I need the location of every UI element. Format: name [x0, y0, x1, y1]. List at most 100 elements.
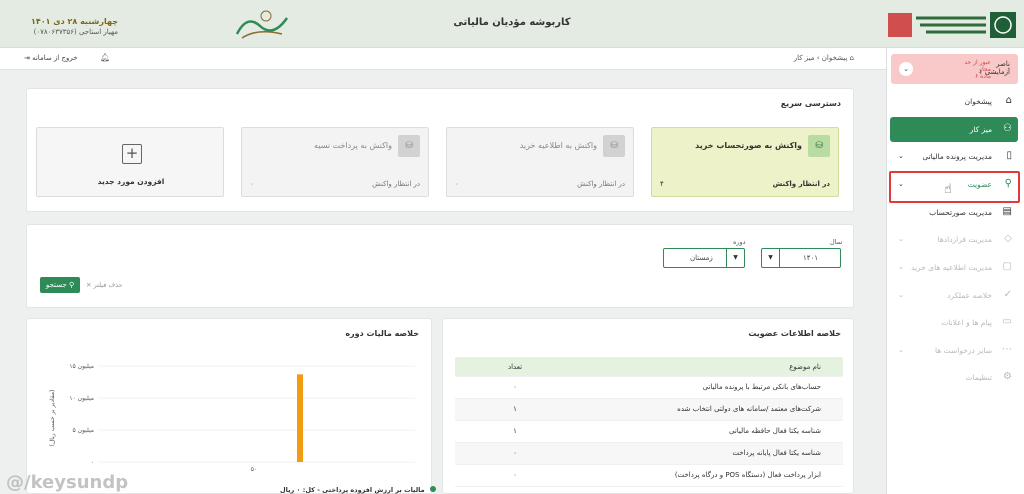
sidebar-item-label: مدیریت پرونده مالیاتی	[922, 152, 992, 161]
year-value: ۱۴۰۱	[802, 254, 818, 262]
period-select[interactable]: زمستان ▼	[663, 248, 745, 268]
clear-filter-label: حذف فیلتر	[93, 281, 123, 289]
row-count: ۱	[513, 405, 517, 413]
check-icon: ✓	[1003, 289, 1012, 300]
add-new-item-card[interactable]: + افزودن مورد جدید	[36, 127, 224, 197]
table-row[interactable]: حساب‌های بانکی مرتبط با پرونده مالیاتی ۰	[455, 377, 843, 399]
org-logo	[888, 12, 1016, 38]
quick-card-title: واکنش به پرداخت نسیه	[314, 141, 392, 150]
top-bar: ⌂ پیشخوان › میز کار 🔔︎ ⇥ خروج از سامانه	[0, 48, 886, 70]
user-warning: عبور از حد مجاز ماده ۶	[951, 59, 991, 80]
sidebar-item-label: سایر درخواست ها	[934, 346, 992, 355]
page-title: کاربوشه مؤدیان مالیاتی	[453, 17, 571, 28]
sidebar-item-workdesk[interactable]: ⚇ میز کار	[890, 117, 1018, 142]
quick-card-credit-payment[interactable]: ⛁ واکنش به پرداخت نسیه در انتظار واکنش ۰	[241, 127, 429, 197]
sidebar-item-label: مدیریت اطلاعیه های خرید	[911, 263, 992, 272]
period-value: زمستان	[690, 254, 713, 262]
sidebar-item-other-requests[interactable]: ⋯ سایر درخواست ها ⌄	[890, 340, 1018, 362]
sidebar-item-messages[interactable]: ▭ پیام ها و اعلانات	[890, 312, 1018, 334]
user-menu-chevron-icon[interactable]: ⌄	[899, 62, 913, 76]
row-count: ۰	[513, 471, 517, 479]
chart-legend: مالیات بر ارزش افزوده پرداختی - کل: ۰ ری…	[280, 486, 436, 494]
sidebar-item-performance[interactable]: ✓ خلاصه عملکرد ⌄	[890, 285, 1018, 307]
bag-icon: ▢	[1002, 261, 1012, 272]
sidebar-item-contracts[interactable]: ◇ مدیریت قراردادها ⌄	[890, 229, 1018, 251]
search-button[interactable]: جستجو ⚲	[40, 277, 80, 293]
home-icon: ⌂	[849, 54, 854, 62]
row-subject: شناسه یکتا فعال حافظه مالیاتی	[729, 427, 821, 435]
quick-card-purchase-notice[interactable]: ⛁ واکنش به اطلاعیه خرید در انتظار واکنش …	[446, 127, 634, 197]
sidebar-item-settings[interactable]: ⚙ تنظیمات	[890, 367, 1018, 389]
row-count: ۰	[513, 383, 517, 391]
chevron-down-icon: ⌄	[898, 346, 904, 354]
invoice-icon: ▤	[1002, 206, 1012, 217]
chart-bar[interactable]	[297, 374, 303, 462]
clear-filter-button[interactable]: ✕ حذف فیلتر	[86, 281, 123, 289]
membership-table: نام موضوع تعداد حساب‌های بانکی مرتبط با …	[455, 357, 843, 487]
sidebar-item-label: تنظیمات	[965, 373, 992, 382]
bell-icon[interactable]: 🔔︎	[100, 53, 110, 62]
add-new-item-label: افزودن مورد جدید	[97, 177, 165, 186]
dots-icon: ⋯	[1002, 344, 1012, 355]
user-box: ناصر آزمایشی ۱ عبور از حد مجاز ماده ۶ ⌄	[891, 54, 1018, 84]
y-tick-label: ۰	[91, 459, 94, 466]
sidebar-item-tax-file[interactable]: ▯ مدیریت پرونده مالیاتی ⌄	[890, 146, 1018, 168]
chart-title: خلاصه مالیات دوره	[345, 329, 419, 338]
col-count: تعداد	[507, 363, 523, 371]
year-select[interactable]: ۱۴۰۱ ▼	[761, 248, 841, 268]
breadcrumb-current: میز کار	[793, 54, 815, 62]
sidebar-item-dashboard[interactable]: ⌂ پیشخوان	[890, 91, 1018, 113]
table-row[interactable]: ابزار پرداخت فعال (دستگاه POS و درگاه پر…	[455, 465, 843, 487]
exit-button[interactable]: ⇥ خروج از سامانه	[24, 54, 78, 62]
row-subject: شناسه یکتا فعال پایانه پرداخت	[732, 449, 821, 457]
contract-icon: ◇	[1004, 233, 1012, 244]
legend-label: مالیات بر ارزش افزوده پرداختی - کل: ۰ ری…	[280, 486, 425, 494]
table-row[interactable]: شرکت‌های معتمد /سامانه های دولتی انتخاب …	[455, 399, 843, 421]
header-date-block: چهارشنبه ۲۸ دی ۱۴۰۱ مهیار استاجی (۰۷۸۰۶۳…	[8, 17, 118, 36]
sidebar-item-label: مدیریت قراردادها	[937, 235, 992, 244]
sidebar-item-invoices[interactable]: ▤ مدیریت صورتحساب	[890, 202, 1018, 224]
y-tick-label: ۵ میلیون	[73, 427, 94, 434]
sidebar-item-label: خلاصه عملکرد	[947, 291, 992, 300]
users-icon: ⚇	[1003, 123, 1012, 134]
table-row[interactable]: شناسه یکتا فعال حافظه مالیاتی ۱	[455, 421, 843, 443]
chevron-down-icon: ⌄	[898, 152, 904, 160]
header-date: چهارشنبه ۲۸ دی ۱۴۰۱	[30, 17, 118, 26]
table-row[interactable]: شناسه یکتا فعال پایانه پرداخت ۰	[455, 443, 843, 465]
breadcrumb-home[interactable]: پیشخوان	[822, 54, 848, 62]
sidebar-item-label: مدیریت صورتحساب	[929, 208, 992, 217]
home-icon: ⌂	[1005, 95, 1012, 106]
exit-label: خروج از سامانه	[32, 54, 78, 62]
chevron-down-icon: ▼	[762, 249, 780, 267]
row-count: ۰	[513, 449, 517, 457]
quick-card-status: در انتظار واکنش	[577, 180, 625, 188]
user-warning-text: عبور از حد مجاز	[964, 59, 991, 73]
row-subject: ابزار پرداخت فعال (دستگاه POS و درگاه پر…	[674, 471, 821, 479]
col-subject: نام موضوع	[789, 363, 821, 371]
quick-card-count: ۴	[660, 180, 664, 188]
year-label: سال	[830, 238, 843, 246]
legend-dot	[429, 486, 436, 492]
quick-card-title: واکنش به صورتحساب خرید	[695, 141, 802, 150]
chevron-down-icon: ▼	[726, 249, 744, 267]
highlight-box	[889, 171, 1020, 203]
pointer-cursor-icon: ☝	[944, 182, 952, 197]
membership-title: خلاصه اطلاعات عضویت	[748, 329, 841, 338]
sidebar-item-label: میز کار	[969, 125, 992, 134]
sidebar-item-purchase-notices[interactable]: ▢ مدیریت اطلاعیه های خرید ⌄	[890, 257, 1018, 279]
quick-card-purchase-invoice[interactable]: ⛁ واکنش به صورتحساب خرید در انتظار واکنش…	[651, 127, 839, 197]
y-tick-label: ۱۰ میلیون	[69, 395, 94, 402]
chevron-down-icon: ⌄	[898, 291, 904, 299]
chevron-down-icon: ⌄	[898, 263, 904, 271]
period-label: دوره	[733, 238, 746, 246]
header-user: مهیار استاجی (۰۷۸۰۶۳۷۳۵۶)	[33, 28, 118, 36]
chevron-down-icon: ⌄	[898, 235, 904, 243]
quick-card-status: در انتظار واکنش	[372, 180, 420, 188]
plus-icon: +	[122, 144, 142, 164]
search-button-label: جستجو	[45, 281, 67, 289]
table-header: نام موضوع تعداد	[455, 357, 843, 377]
chart-ylabel: (مقادیر بر حسب ریال)	[49, 390, 56, 447]
watermark: @/keysundp	[6, 472, 129, 493]
quick-card-count: ۰	[250, 180, 254, 188]
row-subject: حساب‌های بانکی مرتبط با پرونده مالیاتی	[702, 383, 821, 391]
